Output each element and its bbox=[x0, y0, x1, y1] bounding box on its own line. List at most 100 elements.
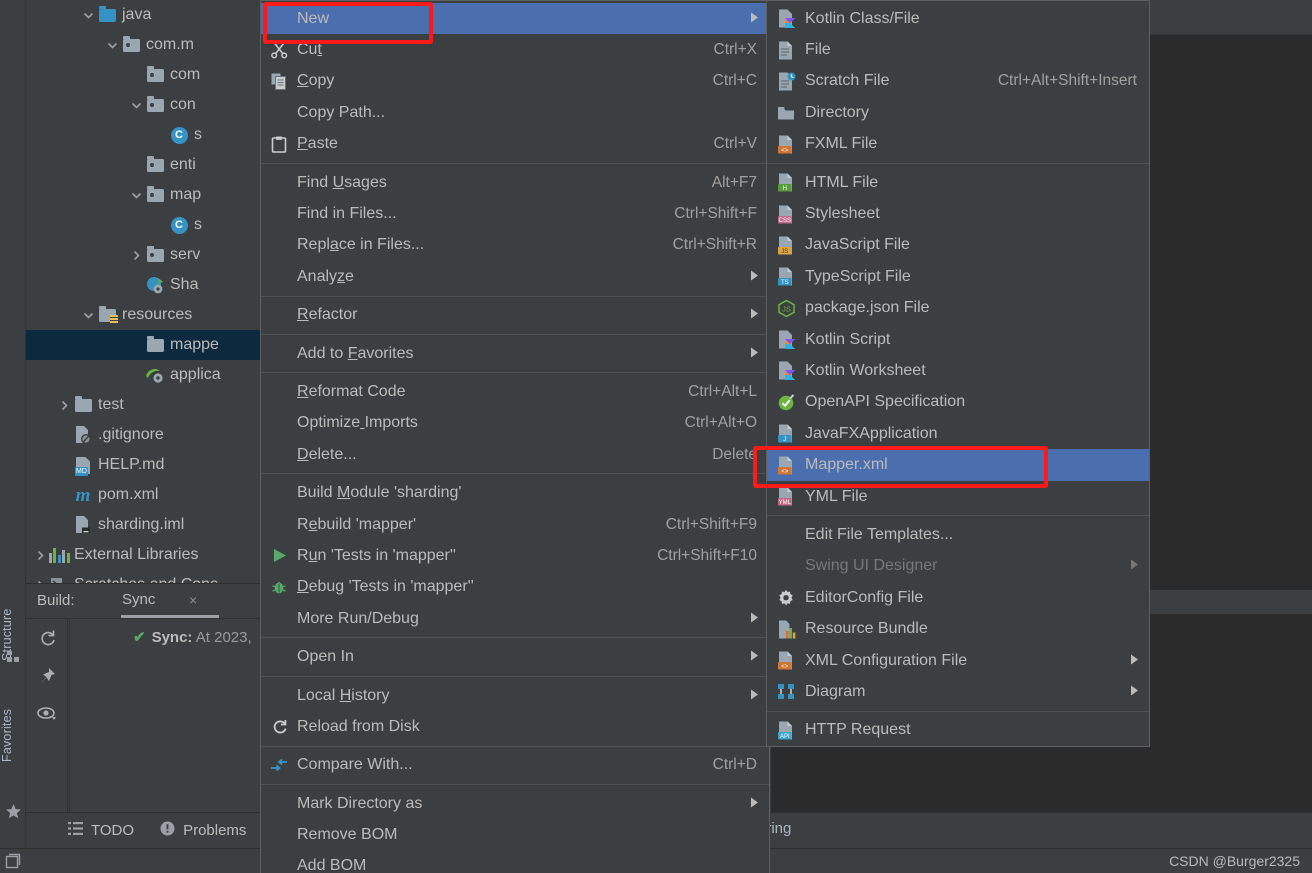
bottom-tab-todo[interactable]: TODO bbox=[68, 822, 134, 839]
menu-item-open-in[interactable]: Open In bbox=[261, 641, 769, 672]
menu-item-refactor[interactable]: Refactor bbox=[261, 300, 769, 331]
tree-row[interactable]: com.m bbox=[26, 30, 270, 60]
tree-row[interactable]: Cs bbox=[26, 210, 270, 240]
submenu-item-diagram[interactable]: Diagram bbox=[767, 676, 1149, 707]
menu-item-add-bom[interactable]: Add BOM bbox=[261, 851, 769, 873]
chevron-right-icon[interactable] bbox=[128, 249, 145, 262]
build-tab-underline bbox=[121, 615, 219, 618]
menu-item-paste[interactable]: Paste Ctrl+V bbox=[261, 129, 769, 160]
tree-row[interactable]: applica bbox=[26, 360, 270, 390]
chevron-right-icon[interactable] bbox=[32, 549, 49, 562]
menu-item-run-tests-in-mapper[interactable]: Run 'Tests in 'mapper'' Ctrl+Shift+F10 bbox=[261, 540, 769, 571]
bottom-tab-problems[interactable]: Problems bbox=[160, 821, 246, 840]
build-tab-sync[interactable]: Sync bbox=[122, 591, 155, 608]
menu-item-cut[interactable]: Cut Ctrl+X bbox=[261, 34, 769, 65]
submenu-item-resource-bundle[interactable]: Resource Bundle bbox=[767, 613, 1149, 644]
submenu-item-file[interactable]: File bbox=[767, 34, 1149, 65]
chevron-down-icon[interactable] bbox=[80, 309, 97, 322]
submenu-item-scratch-file[interactable]: Scratch File Ctrl+Alt+Shift+Insert bbox=[767, 66, 1149, 97]
submenu-item-kotlin-worksheet[interactable]: Kotlin Worksheet bbox=[767, 355, 1149, 386]
menu-item-remove-bom[interactable]: Remove BOM bbox=[261, 819, 769, 850]
close-icon[interactable]: × bbox=[189, 592, 197, 608]
submenu-item-package-json-file[interactable]: JS package.json File bbox=[767, 293, 1149, 324]
menu-item-replace-in-files[interactable]: Replace in Files... Ctrl+Shift+R bbox=[261, 230, 769, 261]
submenu-item-yml-file[interactable]: YML YML File bbox=[767, 481, 1149, 512]
tree-row[interactable]: m pom.xml bbox=[26, 480, 270, 510]
sync-status-time: At 2023, bbox=[192, 629, 252, 646]
menu-item-find-usages[interactable]: Find Usages Alt+F7 bbox=[261, 167, 769, 198]
chevron-down-icon[interactable] bbox=[128, 99, 145, 112]
tree-row[interactable]: java bbox=[26, 0, 270, 30]
chevron-right-icon[interactable] bbox=[56, 399, 73, 412]
menu-item-delete[interactable]: Delete... Delete bbox=[261, 439, 769, 470]
submenu-item-html-file[interactable]: H HTML File bbox=[767, 167, 1149, 198]
tree-row[interactable]: MD HELP.md bbox=[26, 450, 270, 480]
submenu-item-stylesheet[interactable]: CSS Stylesheet bbox=[767, 198, 1149, 229]
tree-row[interactable]: .gitignore bbox=[26, 420, 270, 450]
submenu-item-xml-configuration-file[interactable]: <> XML Configuration File bbox=[767, 645, 1149, 676]
tree-row[interactable]: sharding.iml bbox=[26, 510, 270, 540]
menu-item-shortcut: Ctrl+Alt+Shift+Insert bbox=[997, 72, 1137, 90]
nodejs-icon: JS bbox=[767, 299, 805, 318]
menu-separator bbox=[261, 372, 769, 374]
menu-item-reload-from-disk[interactable]: Reload from Disk bbox=[261, 711, 769, 742]
pin-icon[interactable] bbox=[26, 657, 68, 695]
chevron-down-icon[interactable] bbox=[80, 9, 97, 22]
tree-row[interactable]: enti bbox=[26, 150, 270, 180]
menu-item-mark-directory-as[interactable]: Mark Directory as bbox=[261, 788, 769, 819]
menu-item-optimize-imports[interactable]: Optimize Imports Ctrl+Alt+O bbox=[261, 408, 769, 439]
submenu-item-mapper-xml[interactable]: <> Mapper.xml bbox=[767, 449, 1149, 481]
tree-row[interactable]: con bbox=[26, 90, 270, 120]
chevron-down-icon[interactable] bbox=[128, 189, 145, 202]
menu-item-add-to-favorites[interactable]: Add to Favorites bbox=[261, 338, 769, 369]
tool-tab-favorites[interactable]: Favorites bbox=[0, 690, 26, 780]
tree-row[interactable]: serv bbox=[26, 240, 270, 270]
eye-icon[interactable] bbox=[26, 695, 68, 733]
submenu-item-typescript-file[interactable]: TS TypeScript File bbox=[767, 261, 1149, 292]
menu-item-reformat-code[interactable]: Reformat Code Ctrl+Alt+L bbox=[261, 376, 769, 407]
tree-row[interactable]: External Libraries bbox=[26, 540, 270, 570]
submenu-item-edit-file-templates[interactable]: Edit File Templates... bbox=[767, 519, 1149, 550]
tree-row[interactable]: mappe bbox=[26, 330, 270, 360]
new-submenu[interactable]: Kotlin Class/File File Scratch File Ctrl+Al… bbox=[766, 0, 1150, 747]
menu-item-label: Find in Files... bbox=[297, 205, 397, 223]
menu-item-shortcut: Ctrl+V bbox=[713, 135, 758, 153]
submenu-item-http-request[interactable]: API HTTP Request bbox=[767, 715, 1149, 746]
menu-item-analyze[interactable]: Analyze bbox=[261, 261, 769, 292]
submenu-item-fxml-file[interactable]: <> FXML File bbox=[767, 129, 1149, 160]
menu-item-compare-with[interactable]: Compare With... Ctrl+D bbox=[261, 750, 769, 781]
tree-row[interactable]: Sha bbox=[26, 270, 270, 300]
tree-row[interactable]: resources bbox=[26, 300, 270, 330]
project-tool-window[interactable]: java com.m com con Cs enti map Cs serv Sha resourc… bbox=[26, 0, 270, 592]
menu-item-new[interactable]: New bbox=[261, 3, 769, 35]
menu-separator bbox=[261, 637, 769, 639]
layout-toggle-icon[interactable] bbox=[5, 853, 21, 873]
resource-bundle-icon bbox=[767, 620, 805, 639]
chevron-down-icon[interactable] bbox=[104, 39, 121, 52]
submenu-item-kotlin-class-file[interactable]: Kotlin Class/File bbox=[767, 3, 1149, 34]
submenu-item-openapi-specification[interactable]: OpenAPI Specification bbox=[767, 387, 1149, 418]
js-file-icon: JS bbox=[767, 236, 805, 255]
submenu-item-javascript-file[interactable]: JS JavaScript File bbox=[767, 230, 1149, 261]
menu-item-debug-tests-in-mapper[interactable]: Debug 'Tests in 'mapper'' bbox=[261, 572, 769, 603]
refresh-icon[interactable] bbox=[26, 619, 68, 657]
context-menu[interactable]: New Cut Ctrl+X Copy Ctrl+C Copy Path... Paste C… bbox=[260, 0, 770, 873]
menu-item-copy-path[interactable]: Copy Path... bbox=[261, 97, 769, 128]
tree-row[interactable]: com bbox=[26, 60, 270, 90]
menu-item-more-run-debug[interactable]: More Run/Debug bbox=[261, 603, 769, 634]
submenu-item-kotlin-script[interactable]: Kotlin Script bbox=[767, 324, 1149, 355]
menu-item-local-history[interactable]: Local History bbox=[261, 680, 769, 711]
menu-item-rebuild-mapper[interactable]: Rebuild 'mapper' Ctrl+Shift+F9 bbox=[261, 509, 769, 540]
submenu-item-editorconfig-file[interactable]: EditorConfig File bbox=[767, 582, 1149, 613]
spring-class-icon bbox=[145, 275, 165, 295]
submenu-item-directory[interactable]: Directory bbox=[767, 97, 1149, 128]
menu-item-label: Edit File Templates... bbox=[805, 525, 954, 543]
submenu-item-javafxapplication[interactable]: J JavaFXApplication bbox=[767, 418, 1149, 449]
menu-item-copy[interactable]: Copy Ctrl+C bbox=[261, 66, 769, 97]
tree-row[interactable]: map bbox=[26, 180, 270, 210]
menu-item-find-in-files[interactable]: Find in Files... Ctrl+Shift+F bbox=[261, 198, 769, 229]
tree-row[interactable]: test bbox=[26, 390, 270, 420]
todo-list-icon bbox=[68, 822, 83, 839]
tree-row[interactable]: Cs bbox=[26, 120, 270, 150]
menu-item-build-module-sharding[interactable]: Build Module 'sharding' bbox=[261, 477, 769, 508]
